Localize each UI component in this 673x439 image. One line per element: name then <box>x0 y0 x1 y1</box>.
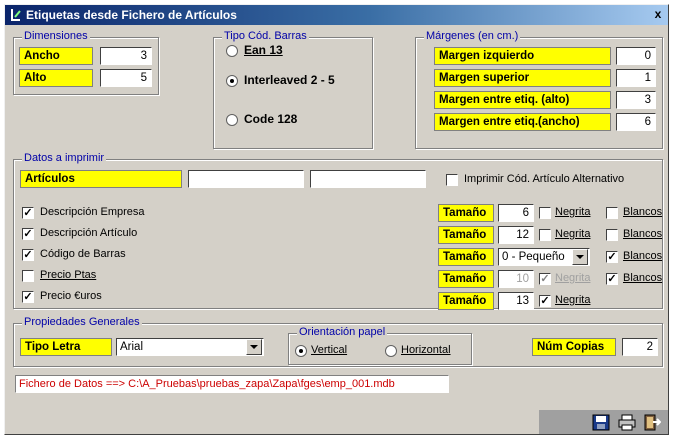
margen-ancho-input[interactable]: 6 <box>616 113 656 131</box>
negrita-checkbox-4: ✓ <box>539 273 551 285</box>
orientacion-group: Orientación papel Vertical Horizontal <box>288 326 472 365</box>
radio-ean13[interactable] <box>226 45 238 57</box>
tamano-input-5[interactable]: 13 <box>498 292 534 310</box>
exit-icon[interactable] <box>643 414 661 431</box>
tamano-label-5: Tamaño <box>438 292 494 310</box>
margen-izquierdo-input[interactable]: 0 <box>616 47 656 65</box>
alto-label: Alto <box>19 69 93 87</box>
ancho-label: Ancho <box>19 47 93 65</box>
blancos-checkbox-2[interactable] <box>606 229 618 241</box>
margen-alto-label: Margen entre etiq. (alto) <box>434 91 611 109</box>
ancho-input[interactable]: 3 <box>100 47 152 65</box>
title-bar: Etiquetas desde Fichero de Artículos x <box>5 5 668 25</box>
precio-ptas-checkbox[interactable] <box>22 270 34 282</box>
margen-ancho-label: Margen entre etiq.(ancho) <box>434 113 611 131</box>
codigo-barras-label[interactable]: Código de Barras <box>40 248 126 260</box>
negrita-label-5[interactable]: Negrita <box>555 294 590 306</box>
precio-euros-checkbox[interactable]: ✓ <box>22 291 34 303</box>
blancos-label-3[interactable]: Blancos <box>623 250 662 262</box>
num-copias-input[interactable]: 2 <box>622 338 658 356</box>
tipo-letra-label: Tipo Letra <box>20 338 112 356</box>
alt-code-label[interactable]: Imprimir Cód. Artículo Alternativo <box>464 173 624 185</box>
tamano-label-2: Tamaño <box>438 226 494 244</box>
tipo-letra-dropdown-button[interactable] <box>246 339 262 355</box>
negrita-checkbox-2[interactable] <box>539 229 551 241</box>
interleaved-label[interactable]: Interleaved 2 - 5 <box>244 73 335 87</box>
margen-superior-input[interactable]: 1 <box>616 69 656 87</box>
precio-ptas-label[interactable]: Precio Ptas <box>40 269 96 281</box>
margenes-group: Márgenes (en cm.) Margen izquierdo 0 Mar… <box>415 30 663 149</box>
margen-superior-label: Margen superior <box>434 69 611 87</box>
descripcion-empresa-label[interactable]: Descripción Empresa <box>40 206 145 218</box>
blancos-label-4[interactable]: Blancos <box>623 272 662 284</box>
negrita-checkbox-1[interactable] <box>539 207 551 219</box>
code128-label[interactable]: Code 128 <box>244 112 297 126</box>
articulos-label: Artículos <box>20 170 182 188</box>
blancos-checkbox-3[interactable]: ✓ <box>606 251 618 263</box>
labels-dialog: Etiquetas desde Fichero de Artículos x D… <box>4 4 669 435</box>
margen-izquierdo-label: Margen izquierdo <box>434 47 611 65</box>
bottom-toolbar <box>539 410 668 434</box>
articulos-field-2[interactable] <box>310 170 426 188</box>
negrita-label-4: Negrita <box>555 272 591 284</box>
app-icon <box>11 9 21 21</box>
radio-horizontal[interactable] <box>385 345 397 357</box>
tamano-input-4: 10 <box>498 270 534 288</box>
tamano-dropdown-button[interactable] <box>572 249 588 265</box>
propiedades-legend: Propiedades Generales <box>22 316 142 328</box>
num-copias-label: Núm Copias <box>532 338 616 356</box>
barcode-legend: Tipo Cód. Barras <box>222 30 309 42</box>
ean13-label[interactable]: Ean 13 <box>244 43 283 57</box>
blancos-label-2[interactable]: Blancos <box>623 228 662 240</box>
blancos-checkbox-4[interactable]: ✓ <box>606 273 618 285</box>
horizontal-label[interactable]: Horizontal <box>401 344 451 356</box>
precio-euros-label[interactable]: Precio €uros <box>40 290 102 302</box>
descripcion-empresa-checkbox[interactable]: ✓ <box>22 207 34 219</box>
articulos-field-1[interactable] <box>188 170 304 188</box>
propiedades-group: Propiedades Generales Tipo Letra Arial O… <box>13 316 663 367</box>
blancos-checkbox-1[interactable] <box>606 207 618 219</box>
radio-code128[interactable] <box>226 114 238 126</box>
barcode-type-group: Tipo Cód. Barras Ean 13 Interleaved 2 - … <box>213 30 373 149</box>
tamano-label-1: Tamaño <box>438 204 494 222</box>
descripcion-articulo-label[interactable]: Descripción Artículo <box>40 227 137 239</box>
tamano-input-2[interactable]: 12 <box>498 226 534 244</box>
margen-alto-input[interactable]: 3 <box>616 91 656 109</box>
radio-selected-dot <box>230 79 234 83</box>
tamano-label-4: Tamaño <box>438 270 494 288</box>
blancos-label-1[interactable]: Blancos <box>623 206 662 218</box>
tamano-input-1[interactable]: 6 <box>498 204 534 222</box>
radio-interleaved[interactable] <box>226 75 238 87</box>
dimensiones-group: Dimensiones Ancho 3 Alto 5 <box>13 30 159 95</box>
alt-code-checkbox[interactable] <box>446 174 458 186</box>
datos-legend: Datos a imprimir <box>22 152 107 164</box>
alto-input[interactable]: 5 <box>100 69 152 87</box>
tamano-label-3: Tamaño <box>438 248 494 266</box>
radio-selected-dot <box>299 349 303 353</box>
tipo-letra-select[interactable]: Arial <box>116 338 264 356</box>
negrita-label-1[interactable]: Negrita <box>555 206 590 218</box>
descripcion-articulo-checkbox[interactable]: ✓ <box>22 228 34 240</box>
close-button[interactable]: x <box>651 8 665 22</box>
codigo-barras-checkbox[interactable]: ✓ <box>22 249 34 261</box>
print-icon[interactable] <box>618 414 636 431</box>
radio-vertical[interactable] <box>295 345 307 357</box>
datos-group: Datos a imprimir Artículos Imprimir Cód.… <box>13 152 663 310</box>
data-file-path: Fichero de Datos ==> C:\A_Pruebas\prueba… <box>15 375 449 393</box>
vertical-label[interactable]: Vertical <box>311 344 347 356</box>
orientacion-legend: Orientación papel <box>297 326 388 338</box>
negrita-label-2[interactable]: Negrita <box>555 228 590 240</box>
save-icon[interactable] <box>592 414 610 431</box>
window-title: Etiquetas desde Fichero de Artículos <box>26 8 237 22</box>
margenes-legend: Márgenes (en cm.) <box>424 30 521 42</box>
negrita-checkbox-5[interactable]: ✓ <box>539 295 551 307</box>
dimensiones-legend: Dimensiones <box>22 30 90 42</box>
